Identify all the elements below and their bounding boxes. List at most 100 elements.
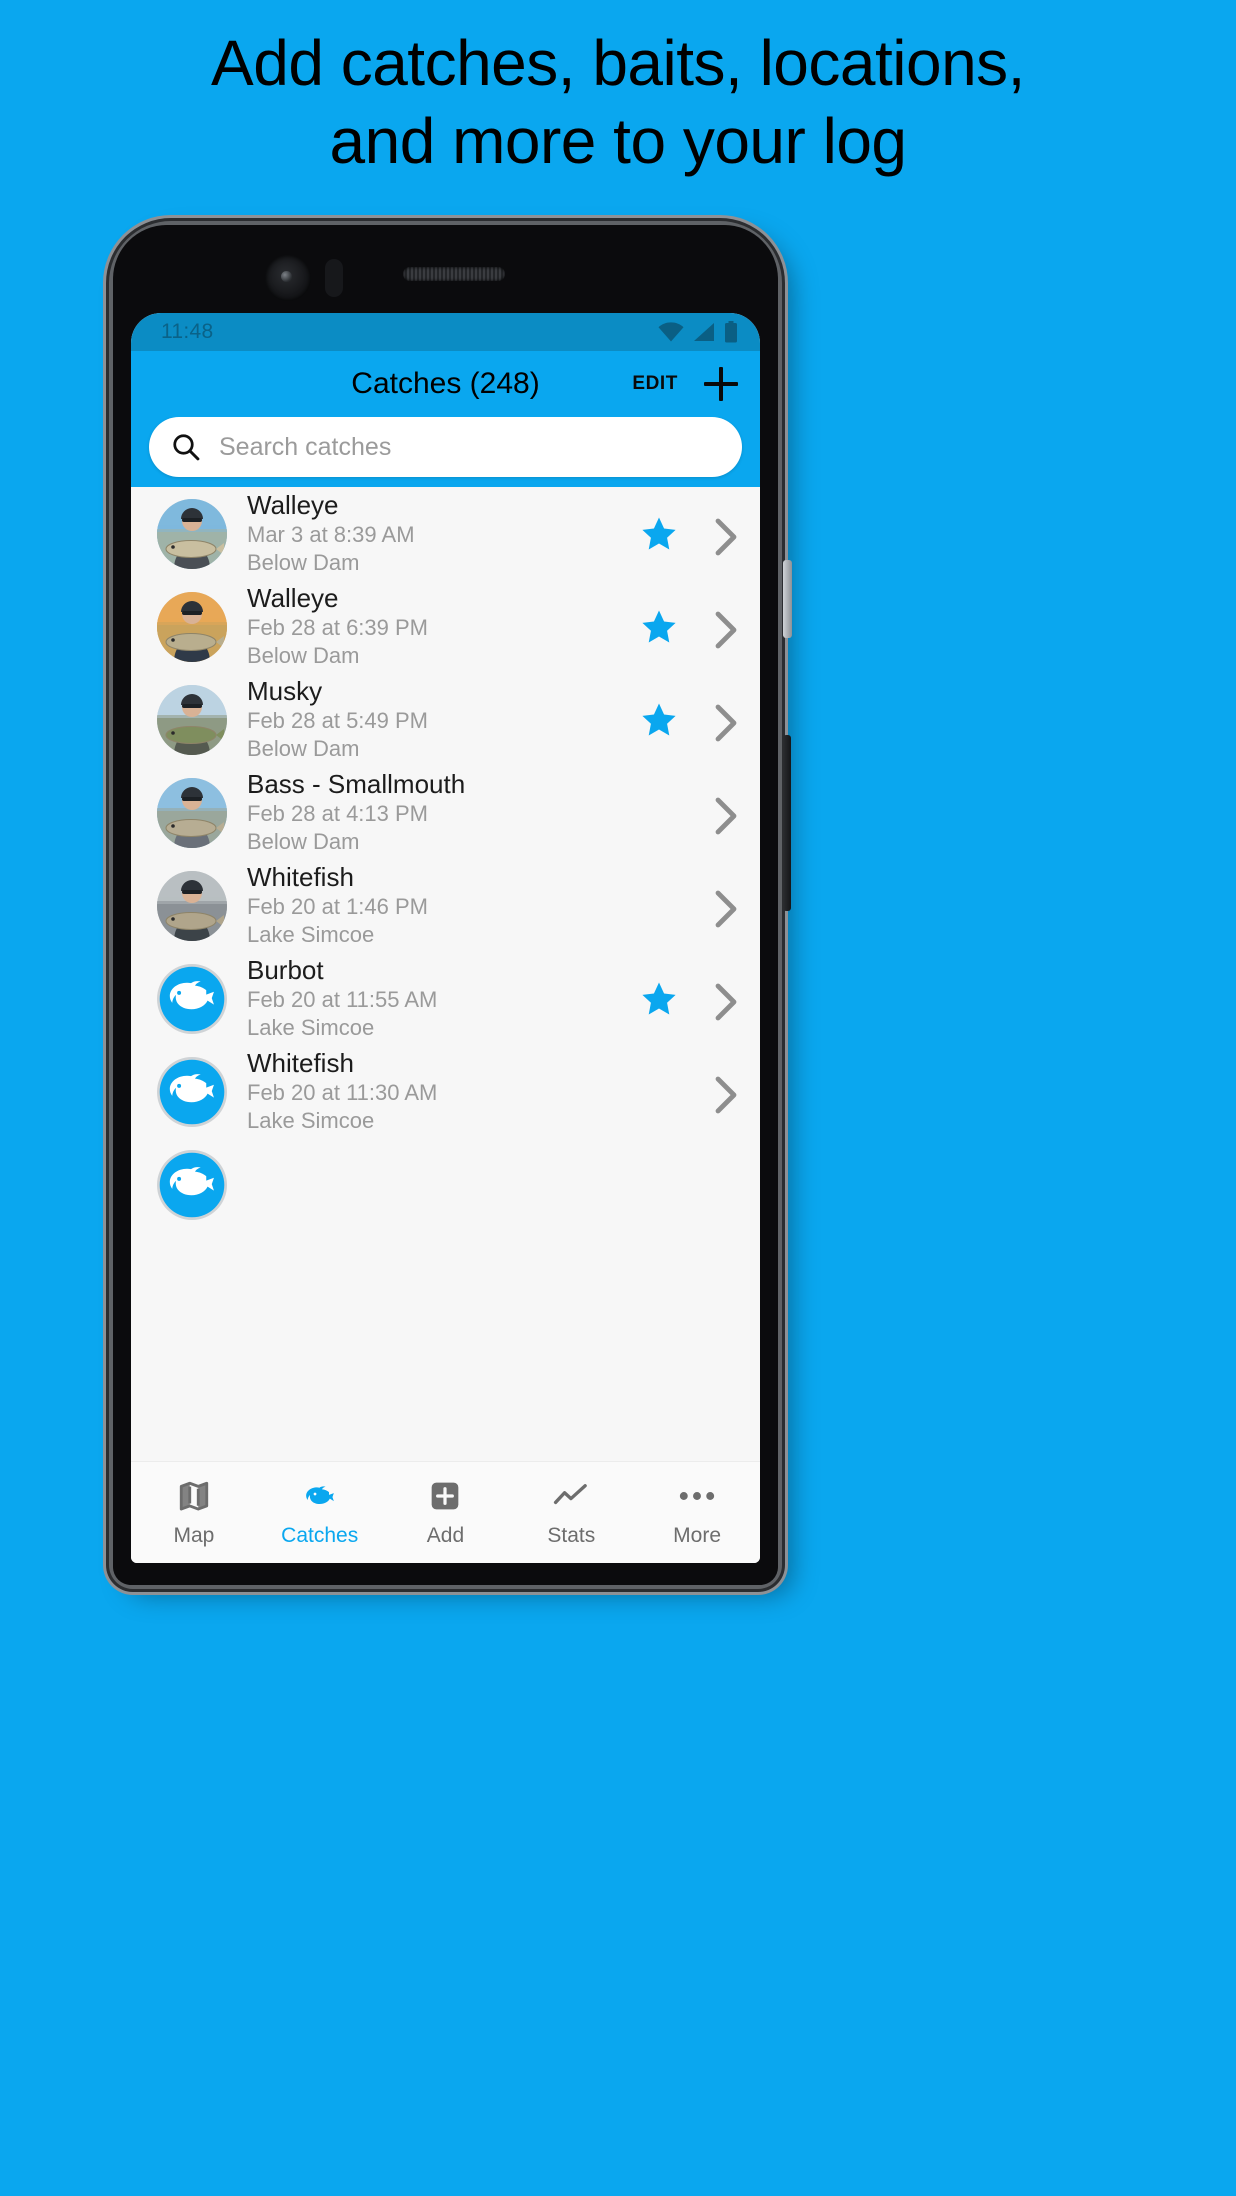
nav-item-add[interactable]: Add bbox=[383, 1477, 509, 1548]
catch-avatar bbox=[157, 1056, 227, 1127]
fish-icon bbox=[159, 1059, 225, 1124]
catch-disclosure bbox=[714, 796, 738, 834]
catch-avatar bbox=[157, 684, 227, 755]
status-bar-icons bbox=[658, 321, 738, 343]
catch-disclosure bbox=[714, 703, 738, 741]
fish-icon bbox=[159, 1152, 225, 1217]
nav-item-label: Map bbox=[173, 1524, 215, 1547]
volume-button[interactable] bbox=[783, 735, 791, 911]
edit-button[interactable]: EDIT bbox=[632, 373, 678, 395]
catch-details: Walleye Feb 28 at 6:39 PM Below Dam bbox=[247, 583, 620, 669]
nav-item-catches[interactable]: Catches bbox=[257, 1477, 383, 1548]
promo-headline: Add catches, baits, locations, and more … bbox=[0, 24, 1236, 180]
phone-body: 11:48 Catches (248) EDIT Search catches … bbox=[113, 225, 778, 1585]
catch-avatar bbox=[157, 777, 227, 848]
catch-avatar bbox=[157, 870, 227, 941]
proximity-sensor-icon bbox=[325, 259, 343, 297]
favorite-star[interactable] bbox=[640, 608, 678, 646]
catch-species: Burbot bbox=[247, 955, 324, 986]
catch-datetime: Feb 20 at 1:46 PM bbox=[247, 894, 428, 920]
fish-icon bbox=[301, 1477, 339, 1515]
catch-row[interactable]: Whitefish Feb 20 at 1:46 PM Lake Simcoe bbox=[131, 859, 760, 952]
search-bar[interactable] bbox=[149, 417, 742, 477]
catch-datetime: Mar 3 at 8:39 AM bbox=[247, 522, 415, 548]
search-input[interactable] bbox=[219, 432, 720, 462]
catch-details: Musky Feb 28 at 5:49 PM Below Dam bbox=[247, 676, 620, 762]
catch-location: Below Dam bbox=[247, 549, 360, 575]
catch-datetime: Feb 20 at 11:55 AM bbox=[247, 987, 438, 1013]
catch-avatar bbox=[157, 498, 227, 569]
catch-species: Musky bbox=[247, 676, 323, 707]
nav-item-stats[interactable]: Stats bbox=[508, 1477, 634, 1548]
catches-list[interactable]: Walleye Mar 3 at 8:39 AM Below Dam Walle… bbox=[131, 487, 760, 1461]
status-bar: 11:48 bbox=[131, 313, 760, 351]
favorite-star[interactable] bbox=[640, 701, 678, 739]
catch-location: Lake Simcoe bbox=[247, 1014, 375, 1040]
catch-datetime: Feb 28 at 6:39 PM bbox=[247, 615, 428, 641]
catch-species: Bass - Smallmouth bbox=[247, 769, 466, 800]
cell-signal-icon bbox=[694, 323, 714, 341]
catch-row[interactable]: Walleye Feb 28 at 6:39 PM Below Dam bbox=[131, 580, 760, 673]
app-bar: Catches (248) EDIT bbox=[131, 351, 760, 417]
favorite-star-icon[interactable] bbox=[640, 515, 678, 553]
catch-location: Lake Simcoe bbox=[247, 1107, 375, 1133]
catch-row[interactable]: Bass - Smallmouth Feb 28 at 4:13 PM Belo… bbox=[131, 766, 760, 859]
catch-disclosure bbox=[714, 610, 738, 648]
power-button[interactable] bbox=[783, 560, 792, 638]
promo-headline-line2: and more to your log bbox=[329, 105, 908, 178]
catch-row[interactable]: Walleye Mar 3 at 8:39 AM Below Dam bbox=[131, 487, 760, 580]
chevron-right-icon bbox=[715, 983, 737, 1020]
fish-icon bbox=[159, 966, 225, 1031]
catch-species: Whitefish bbox=[247, 862, 354, 893]
bottom-navigation: Map Catches Add Stats More bbox=[131, 1461, 760, 1563]
map-icon bbox=[175, 1477, 213, 1515]
favorite-star-placeholder bbox=[640, 794, 678, 832]
catch-disclosure bbox=[714, 889, 738, 927]
chevron-right-icon bbox=[715, 797, 737, 834]
chevron-right-icon bbox=[715, 611, 737, 648]
favorite-star[interactable] bbox=[640, 980, 678, 1018]
catch-row[interactable]: Whitefish Feb 20 at 11:30 AM Lake Simcoe bbox=[131, 1045, 760, 1138]
earpiece-speaker-icon bbox=[403, 267, 505, 281]
nav-item-label: Add bbox=[426, 1524, 465, 1547]
catch-location: Below Dam bbox=[247, 828, 360, 854]
catch-species: Walleye bbox=[247, 583, 339, 614]
nav-item-label: More bbox=[673, 1524, 722, 1547]
nav-item-more[interactable]: More bbox=[634, 1477, 760, 1548]
add-catch-button[interactable] bbox=[704, 367, 738, 401]
catch-photo bbox=[157, 870, 227, 941]
catch-details: Whitefish Feb 20 at 1:46 PM Lake Simcoe bbox=[247, 862, 620, 948]
battery-icon bbox=[725, 321, 737, 343]
catch-photo bbox=[157, 498, 227, 569]
favorite-star-icon[interactable] bbox=[640, 608, 678, 646]
catch-location: Lake Simcoe bbox=[247, 921, 375, 947]
catch-details: Walleye Mar 3 at 8:39 AM Below Dam bbox=[247, 490, 620, 576]
catch-avatar bbox=[157, 963, 227, 1034]
catch-disclosure bbox=[714, 982, 738, 1020]
phone-bottom-bezel bbox=[131, 1563, 760, 1579]
catch-species: Walleye bbox=[247, 490, 339, 521]
catch-avatar bbox=[157, 591, 227, 662]
plus-box-icon bbox=[426, 1477, 464, 1515]
search-icon bbox=[173, 434, 200, 461]
catch-details: Bass - Smallmouth Feb 28 at 4:13 PM Belo… bbox=[247, 769, 620, 855]
catch-datetime: Feb 28 at 4:13 PM bbox=[247, 801, 428, 827]
catch-details: Burbot Feb 20 at 11:55 AM Lake Simcoe bbox=[247, 955, 620, 1041]
search-bar-container bbox=[131, 417, 760, 487]
favorite-star-icon[interactable] bbox=[640, 980, 678, 1018]
nav-item-label: Catches bbox=[281, 1524, 359, 1547]
favorite-star-icon[interactable] bbox=[640, 701, 678, 739]
catch-row[interactable]: Musky Feb 28 at 5:49 PM Below Dam bbox=[131, 673, 760, 766]
phone-mockup: 11:48 Catches (248) EDIT Search catches … bbox=[113, 225, 792, 1585]
chevron-right-icon bbox=[715, 518, 737, 555]
nav-item-label: Stats bbox=[547, 1524, 596, 1547]
catch-disclosure bbox=[714, 1075, 738, 1113]
nav-item-map[interactable]: Map bbox=[131, 1477, 257, 1548]
catch-row[interactable] bbox=[131, 1138, 760, 1231]
favorite-star[interactable] bbox=[640, 515, 678, 553]
favorite-star-placeholder bbox=[640, 887, 678, 925]
catch-row[interactable]: Burbot Feb 20 at 11:55 AM Lake Simcoe bbox=[131, 952, 760, 1045]
catch-details: Whitefish Feb 20 at 11:30 AM Lake Simcoe bbox=[247, 1048, 620, 1134]
chevron-right-icon bbox=[715, 890, 737, 927]
promo-headline-line1: Add catches, baits, locations, bbox=[211, 27, 1025, 99]
